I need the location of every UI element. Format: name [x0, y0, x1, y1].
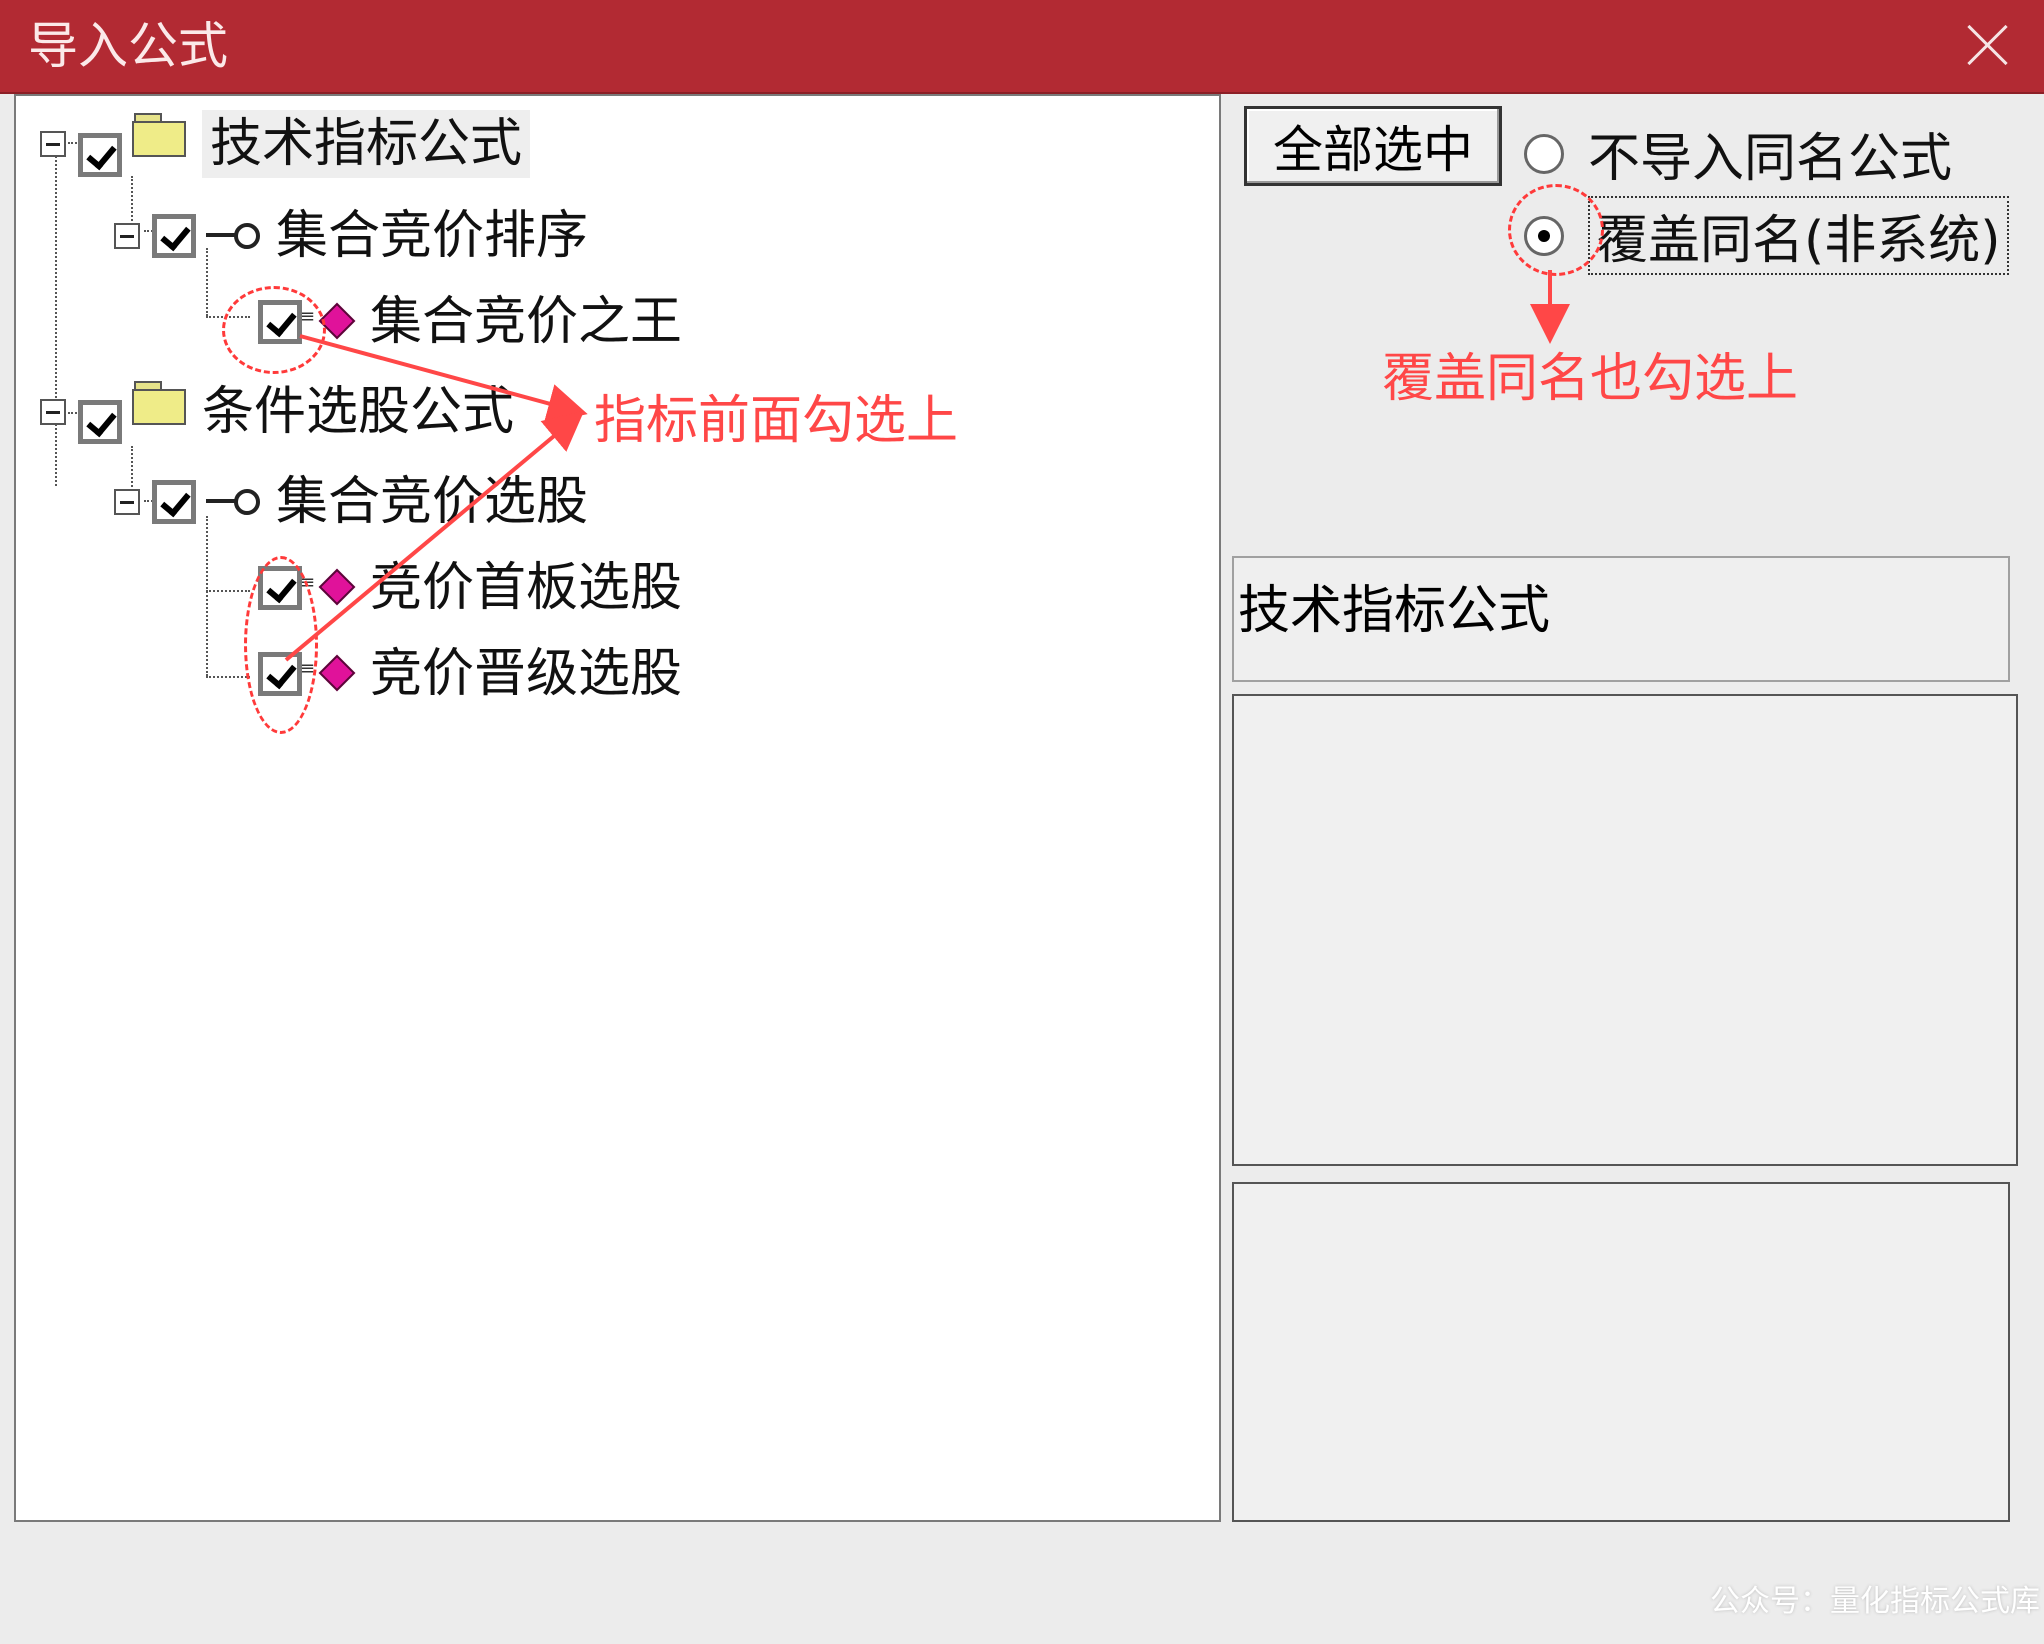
tree-item-label: 竞价晋级选股	[370, 644, 683, 704]
radio-overwrite[interactable]: 覆盖同名(非系统)	[1524, 196, 2009, 275]
title-bar: 导入公式	[0, 0, 2044, 94]
select-all-button[interactable]: 全部选中	[1244, 106, 1502, 186]
annotation-overwrite-note: 覆盖同名也勾选上	[1382, 349, 1799, 409]
checkbox-checked[interactable]	[78, 400, 122, 444]
formula-gem-icon	[300, 302, 352, 342]
formula-name-field: 技术指标公式	[1232, 556, 2010, 682]
checkbox-checked[interactable]	[258, 652, 302, 696]
watermark: 公众号：量化指标公式库	[1710, 1584, 2040, 1619]
folder-icon	[132, 113, 188, 157]
formula-gem-icon	[300, 568, 352, 608]
key-icon	[206, 487, 260, 517]
window-title: 导入公式	[28, 17, 228, 75]
tree-item-auction-king[interactable]: 集合竞价之王	[258, 282, 682, 362]
tree-item-auction-screen[interactable]: 集合竞价选股	[114, 462, 588, 542]
checkbox-checked[interactable]	[258, 566, 302, 610]
checkbox-checked[interactable]	[78, 133, 122, 177]
collapse-icon[interactable]	[40, 399, 66, 425]
folder-icon	[132, 381, 188, 425]
radio-off-icon[interactable]	[1524, 133, 1564, 174]
description-box[interactable]	[1232, 694, 2018, 1166]
radio-label: 不导入同名公式	[1588, 129, 1953, 189]
tree-item-screening-formulas[interactable]: 条件选股公式	[40, 372, 514, 452]
radio-on-icon[interactable]	[1524, 215, 1564, 256]
tree-item-label: 集合竞价之王	[370, 292, 683, 352]
radio-label: 覆盖同名(非系统)	[1588, 196, 2009, 275]
collapse-icon[interactable]	[114, 489, 140, 515]
tree-item-label: 竞价首板选股	[370, 558, 683, 618]
collapse-icon[interactable]	[114, 223, 140, 249]
annotation-check-note: 指标前面勾选上	[594, 391, 959, 451]
radio-no-import[interactable]: 不导入同名公式	[1524, 116, 1952, 191]
formula-gem-icon	[300, 654, 352, 694]
key-icon	[206, 221, 260, 251]
tree-item-label: 集合竞价排序	[276, 206, 589, 266]
checkbox-checked[interactable]	[152, 214, 196, 258]
tree-item-auction-sort[interactable]: 集合竞价排序	[114, 196, 588, 276]
collapse-icon[interactable]	[40, 131, 66, 157]
detail-box[interactable]	[1232, 1182, 2010, 1522]
tree-item-first-board[interactable]: 竞价首板选股	[258, 548, 682, 628]
tree-item-promotion[interactable]: 竞价晋级选股	[258, 634, 682, 714]
tree-item-label: 条件选股公式	[202, 382, 515, 442]
close-icon[interactable]	[1958, 14, 2018, 74]
tree-item-tech-formulas[interactable]: 技术指标公式	[40, 104, 531, 184]
tree-item-label: 集合竞价选股	[276, 472, 589, 532]
checkbox-checked[interactable]	[152, 480, 196, 524]
checkbox-checked[interactable]	[258, 300, 302, 344]
tree-item-label: 技术指标公式	[202, 110, 531, 178]
